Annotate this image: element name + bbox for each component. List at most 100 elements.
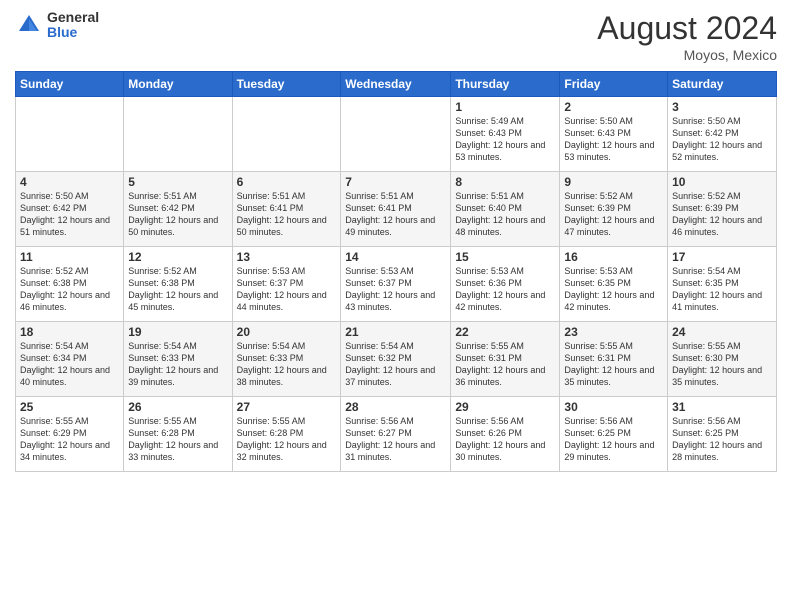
day-number: 1: [455, 100, 555, 114]
cell-0-4: 1Sunrise: 5:49 AM Sunset: 6:43 PM Daylig…: [451, 97, 560, 172]
day-number: 24: [672, 325, 772, 339]
title-section: August 2024 Moyos, Mexico: [597, 10, 777, 63]
cell-3-0: 18Sunrise: 5:54 AM Sunset: 6:34 PM Dayli…: [16, 322, 124, 397]
calendar-table: Sunday Monday Tuesday Wednesday Thursday…: [15, 71, 777, 472]
day-info: Sunrise: 5:55 AM Sunset: 6:31 PM Dayligh…: [564, 340, 663, 389]
day-number: 9: [564, 175, 663, 189]
header-monday: Monday: [124, 72, 232, 97]
day-info: Sunrise: 5:53 AM Sunset: 6:37 PM Dayligh…: [345, 265, 446, 314]
cell-2-1: 12Sunrise: 5:52 AM Sunset: 6:38 PM Dayli…: [124, 247, 232, 322]
day-info: Sunrise: 5:56 AM Sunset: 6:25 PM Dayligh…: [672, 415, 772, 464]
day-info: Sunrise: 5:51 AM Sunset: 6:40 PM Dayligh…: [455, 190, 555, 239]
cell-0-5: 2Sunrise: 5:50 AM Sunset: 6:43 PM Daylig…: [560, 97, 668, 172]
cell-2-6: 17Sunrise: 5:54 AM Sunset: 6:35 PM Dayli…: [668, 247, 777, 322]
cell-4-5: 30Sunrise: 5:56 AM Sunset: 6:25 PM Dayli…: [560, 397, 668, 472]
day-number: 17: [672, 250, 772, 264]
day-info: Sunrise: 5:53 AM Sunset: 6:35 PM Dayligh…: [564, 265, 663, 314]
day-number: 5: [128, 175, 227, 189]
cell-3-3: 21Sunrise: 5:54 AM Sunset: 6:32 PM Dayli…: [341, 322, 451, 397]
cell-3-5: 23Sunrise: 5:55 AM Sunset: 6:31 PM Dayli…: [560, 322, 668, 397]
week-row-3: 11Sunrise: 5:52 AM Sunset: 6:38 PM Dayli…: [16, 247, 777, 322]
logo-text: General Blue: [47, 10, 99, 41]
cell-1-6: 10Sunrise: 5:52 AM Sunset: 6:39 PM Dayli…: [668, 172, 777, 247]
cell-3-4: 22Sunrise: 5:55 AM Sunset: 6:31 PM Dayli…: [451, 322, 560, 397]
day-number: 20: [237, 325, 337, 339]
day-number: 19: [128, 325, 227, 339]
header-friday: Friday: [560, 72, 668, 97]
cell-2-4: 15Sunrise: 5:53 AM Sunset: 6:36 PM Dayli…: [451, 247, 560, 322]
day-info: Sunrise: 5:55 AM Sunset: 6:28 PM Dayligh…: [128, 415, 227, 464]
weekday-header-row: Sunday Monday Tuesday Wednesday Thursday…: [16, 72, 777, 97]
day-info: Sunrise: 5:54 AM Sunset: 6:33 PM Dayligh…: [128, 340, 227, 389]
logo: General Blue: [15, 10, 99, 41]
day-number: 28: [345, 400, 446, 414]
cell-3-6: 24Sunrise: 5:55 AM Sunset: 6:30 PM Dayli…: [668, 322, 777, 397]
cell-4-2: 27Sunrise: 5:55 AM Sunset: 6:28 PM Dayli…: [232, 397, 341, 472]
day-number: 16: [564, 250, 663, 264]
header-tuesday: Tuesday: [232, 72, 341, 97]
day-info: Sunrise: 5:54 AM Sunset: 6:32 PM Dayligh…: [345, 340, 446, 389]
day-info: Sunrise: 5:53 AM Sunset: 6:36 PM Dayligh…: [455, 265, 555, 314]
cell-2-2: 13Sunrise: 5:53 AM Sunset: 6:37 PM Dayli…: [232, 247, 341, 322]
day-info: Sunrise: 5:54 AM Sunset: 6:35 PM Dayligh…: [672, 265, 772, 314]
day-number: 23: [564, 325, 663, 339]
day-number: 21: [345, 325, 446, 339]
cell-1-5: 9Sunrise: 5:52 AM Sunset: 6:39 PM Daylig…: [560, 172, 668, 247]
cell-4-1: 26Sunrise: 5:55 AM Sunset: 6:28 PM Dayli…: [124, 397, 232, 472]
day-number: 10: [672, 175, 772, 189]
header-saturday: Saturday: [668, 72, 777, 97]
cell-1-1: 5Sunrise: 5:51 AM Sunset: 6:42 PM Daylig…: [124, 172, 232, 247]
day-info: Sunrise: 5:52 AM Sunset: 6:39 PM Dayligh…: [672, 190, 772, 239]
cell-1-3: 7Sunrise: 5:51 AM Sunset: 6:41 PM Daylig…: [341, 172, 451, 247]
cell-0-2: [232, 97, 341, 172]
day-info: Sunrise: 5:50 AM Sunset: 6:43 PM Dayligh…: [564, 115, 663, 164]
day-number: 22: [455, 325, 555, 339]
day-info: Sunrise: 5:52 AM Sunset: 6:39 PM Dayligh…: [564, 190, 663, 239]
cell-1-2: 6Sunrise: 5:51 AM Sunset: 6:41 PM Daylig…: [232, 172, 341, 247]
month-title: August 2024: [597, 10, 777, 47]
day-info: Sunrise: 5:53 AM Sunset: 6:37 PM Dayligh…: [237, 265, 337, 314]
day-info: Sunrise: 5:51 AM Sunset: 6:41 PM Dayligh…: [237, 190, 337, 239]
day-number: 4: [20, 175, 119, 189]
day-number: 6: [237, 175, 337, 189]
logo-blue: Blue: [47, 25, 99, 40]
day-info: Sunrise: 5:51 AM Sunset: 6:42 PM Dayligh…: [128, 190, 227, 239]
week-row-4: 18Sunrise: 5:54 AM Sunset: 6:34 PM Dayli…: [16, 322, 777, 397]
day-number: 30: [564, 400, 663, 414]
day-number: 18: [20, 325, 119, 339]
day-info: Sunrise: 5:56 AM Sunset: 6:25 PM Dayligh…: [564, 415, 663, 464]
day-info: Sunrise: 5:55 AM Sunset: 6:31 PM Dayligh…: [455, 340, 555, 389]
day-info: Sunrise: 5:50 AM Sunset: 6:42 PM Dayligh…: [672, 115, 772, 164]
day-info: Sunrise: 5:50 AM Sunset: 6:42 PM Dayligh…: [20, 190, 119, 239]
week-row-1: 1Sunrise: 5:49 AM Sunset: 6:43 PM Daylig…: [16, 97, 777, 172]
week-row-5: 25Sunrise: 5:55 AM Sunset: 6:29 PM Dayli…: [16, 397, 777, 472]
logo-general: General: [47, 10, 99, 25]
day-number: 26: [128, 400, 227, 414]
day-number: 2: [564, 100, 663, 114]
cell-0-3: [341, 97, 451, 172]
location: Moyos, Mexico: [597, 47, 777, 63]
cell-2-0: 11Sunrise: 5:52 AM Sunset: 6:38 PM Dayli…: [16, 247, 124, 322]
day-number: 14: [345, 250, 446, 264]
cell-2-5: 16Sunrise: 5:53 AM Sunset: 6:35 PM Dayli…: [560, 247, 668, 322]
cell-3-2: 20Sunrise: 5:54 AM Sunset: 6:33 PM Dayli…: [232, 322, 341, 397]
cell-3-1: 19Sunrise: 5:54 AM Sunset: 6:33 PM Dayli…: [124, 322, 232, 397]
logo-icon: [15, 11, 43, 39]
header-thursday: Thursday: [451, 72, 560, 97]
header-sunday: Sunday: [16, 72, 124, 97]
day-info: Sunrise: 5:55 AM Sunset: 6:29 PM Dayligh…: [20, 415, 119, 464]
cell-4-4: 29Sunrise: 5:56 AM Sunset: 6:26 PM Dayli…: [451, 397, 560, 472]
day-number: 15: [455, 250, 555, 264]
day-info: Sunrise: 5:49 AM Sunset: 6:43 PM Dayligh…: [455, 115, 555, 164]
cell-1-4: 8Sunrise: 5:51 AM Sunset: 6:40 PM Daylig…: [451, 172, 560, 247]
day-info: Sunrise: 5:52 AM Sunset: 6:38 PM Dayligh…: [20, 265, 119, 314]
day-number: 27: [237, 400, 337, 414]
day-number: 8: [455, 175, 555, 189]
week-row-2: 4Sunrise: 5:50 AM Sunset: 6:42 PM Daylig…: [16, 172, 777, 247]
day-info: Sunrise: 5:51 AM Sunset: 6:41 PM Dayligh…: [345, 190, 446, 239]
day-number: 25: [20, 400, 119, 414]
day-info: Sunrise: 5:52 AM Sunset: 6:38 PM Dayligh…: [128, 265, 227, 314]
cell-4-3: 28Sunrise: 5:56 AM Sunset: 6:27 PM Dayli…: [341, 397, 451, 472]
day-info: Sunrise: 5:55 AM Sunset: 6:28 PM Dayligh…: [237, 415, 337, 464]
page: General Blue August 2024 Moyos, Mexico S…: [0, 0, 792, 612]
